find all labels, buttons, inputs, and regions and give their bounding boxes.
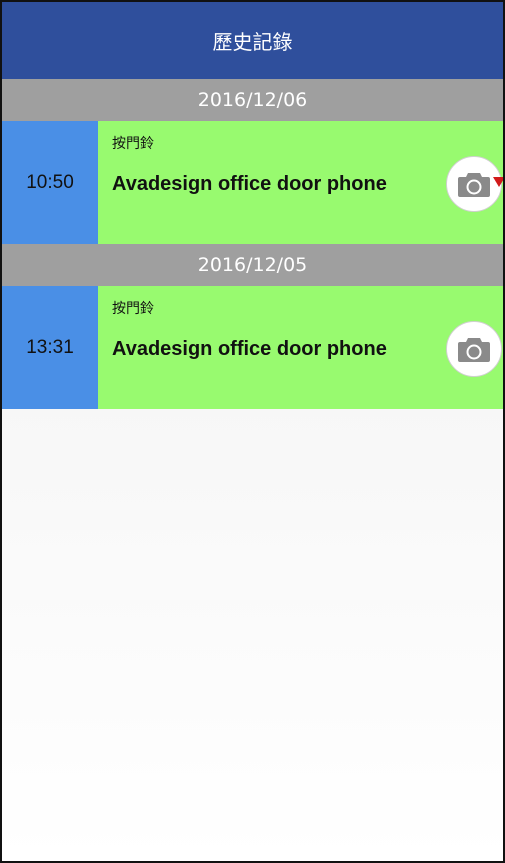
record-time-cell: 10:50 bbox=[2, 121, 98, 244]
date-header: 2016/12/05 bbox=[2, 244, 503, 286]
camera-icon bbox=[458, 338, 490, 362]
record-time-cell: 13:31 bbox=[2, 286, 98, 409]
snapshot-button[interactable] bbox=[446, 321, 502, 377]
camera-icon bbox=[458, 173, 490, 197]
app-header: 歷史記錄 bbox=[2, 2, 503, 79]
history-record[interactable]: 10:50 按門鈴 Avadesign office door phone bbox=[2, 121, 503, 244]
date-label: 2016/12/05 bbox=[197, 254, 308, 276]
record-device-name: Avadesign office door phone bbox=[112, 173, 387, 195]
record-time: 13:31 bbox=[26, 336, 74, 358]
record-event-label: 按門鈴 bbox=[112, 301, 154, 317]
page-title: 歷史記錄 bbox=[212, 30, 293, 54]
unread-indicator-icon bbox=[493, 177, 503, 187]
history-record[interactable]: 13:31 按門鈴 Avadesign office door phone bbox=[2, 286, 503, 409]
record-content: 按門鈴 Avadesign office door phone bbox=[98, 121, 503, 244]
record-event-label: 按門鈴 bbox=[112, 136, 154, 152]
date-label: 2016/12/06 bbox=[197, 89, 308, 111]
date-header: 2016/12/06 bbox=[2, 79, 503, 121]
record-content: 按門鈴 Avadesign office door phone bbox=[98, 286, 503, 409]
app-screen: 歷史記錄 2016/12/06 10:50 按門鈴 Avadesign offi… bbox=[0, 0, 505, 863]
record-device-name: Avadesign office door phone bbox=[112, 338, 387, 360]
record-time: 10:50 bbox=[26, 171, 74, 193]
